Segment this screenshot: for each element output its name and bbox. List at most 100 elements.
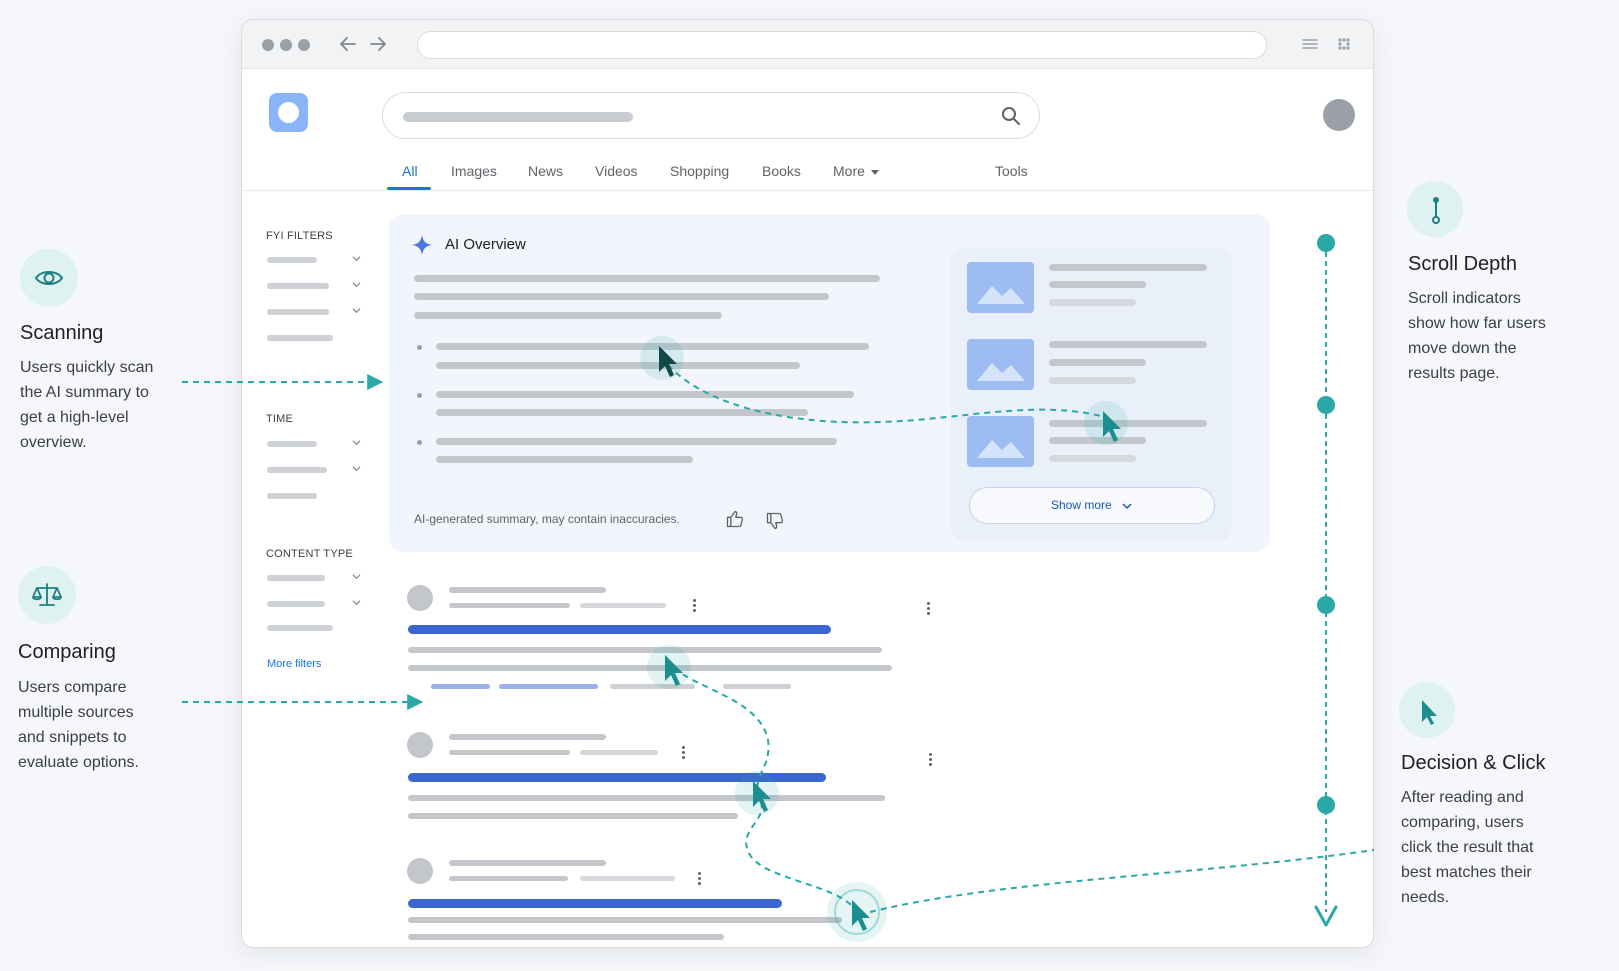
search-icon[interactable] [999,104,1023,128]
sparkle-icon [411,234,433,256]
scanning-icon-badge [20,249,78,307]
filter-option[interactable] [267,283,329,289]
chevron-down-icon[interactable] [352,572,361,581]
site-url [449,876,568,881]
decision-title: Decision & Click [1401,752,1546,774]
text-line [1049,299,1136,306]
text-line [1049,341,1207,348]
result-title-link[interactable] [408,899,782,908]
tab-more-label: More [833,163,865,179]
search-placeholder-bar [403,112,633,122]
filter-option[interactable] [267,309,329,315]
chevron-down-icon[interactable] [352,438,361,447]
tab-images[interactable]: Images [451,163,497,179]
more-filters-link[interactable]: More filters [267,658,321,670]
tab-videos[interactable]: Videos [595,163,638,179]
filter-option[interactable] [267,575,325,581]
tab-news[interactable]: News [528,163,563,179]
tab-books[interactable]: Books [762,163,801,179]
filter-option[interactable] [267,441,317,447]
chevron-down-icon[interactable] [352,254,361,263]
tab-all[interactable]: All [402,163,418,179]
ai-overview-card: AI Overview AI-generated summary, may co… [389,214,1270,552]
tab-tools[interactable]: Tools [995,163,1028,179]
comparing-line: evaluate options. [18,754,139,771]
cursor-icon [1422,700,1437,725]
more-options-icon[interactable] [692,598,696,614]
search-box[interactable] [382,92,1040,139]
scroll-depth-title: Scroll Depth [1408,253,1517,275]
comparing-line: and snippets to [18,729,127,746]
sitelink-chip[interactable] [723,684,791,689]
text-line [436,362,800,369]
address-bar[interactable] [417,31,1267,59]
snippet-line [408,795,885,801]
more-options-icon[interactable] [681,745,685,761]
text-line [414,293,829,300]
sitelink-chip[interactable] [499,684,598,689]
decision-line: needs. [1401,889,1450,906]
forward-arrow-icon[interactable] [366,32,390,56]
result-title-link[interactable] [408,625,831,634]
result-favicon [407,732,433,758]
site-url [580,603,666,608]
text-line [414,312,722,319]
site-name [449,734,606,740]
menu-lines-icon[interactable] [1298,32,1322,56]
window-dot-close[interactable] [262,39,274,51]
apps-grid-icon[interactable] [1332,32,1356,56]
site-name [449,860,606,866]
chevron-down-icon[interactable] [352,598,361,607]
bullet [417,345,422,350]
thumbs-down-icon[interactable] [765,511,785,531]
chevron-down-icon[interactable] [352,464,361,473]
back-arrow-icon[interactable] [336,32,360,56]
text-line [436,409,808,416]
sitelink-chip[interactable] [610,684,695,689]
comparing-description: Users compare multiple sources and snipp… [18,675,139,775]
scanning-line: the AI summary to [20,384,149,401]
filter-option[interactable] [267,257,317,263]
fyi-filters-heading: FYI FILTERS [266,230,333,242]
text-line [1049,281,1146,288]
avatar[interactable] [1323,99,1355,131]
comparing-line: multiple sources [18,704,134,721]
site-url [580,876,675,881]
filter-option[interactable] [267,335,333,341]
window-dot-maximize[interactable] [298,39,310,51]
more-options-icon[interactable] [926,601,930,617]
thumbs-up-icon[interactable] [725,509,745,529]
scanning-line: overview. [20,434,87,451]
result-favicon [407,585,433,611]
filter-option[interactable] [267,493,317,499]
filter-option[interactable] [267,625,333,631]
snippet-line [408,647,882,653]
snippet-line [408,934,724,940]
text-line [1049,455,1136,462]
filter-option[interactable] [267,467,327,473]
filter-option[interactable] [267,601,325,607]
tab-shopping[interactable]: Shopping [670,163,729,179]
sitelink-chip[interactable] [431,684,490,689]
image-placeholder-icon [967,416,1034,467]
more-options-icon[interactable] [697,871,701,887]
site-logo[interactable] [269,93,308,132]
show-more-label: Show more [1050,498,1112,512]
browser-window: All Images News Videos Shopping Books Mo… [241,19,1374,948]
show-more-button[interactable]: Show more [969,487,1215,524]
text-line [1049,420,1207,427]
result-title-link[interactable] [408,773,826,782]
search-tabs: All Images News Videos Shopping Books Mo… [242,158,1373,191]
decision-line: comparing, users [1401,814,1524,831]
chevron-down-icon[interactable] [352,280,361,289]
snippet-line [408,813,738,819]
tab-more[interactable]: More [833,163,879,179]
chevron-down-icon[interactable] [352,306,361,315]
scanning-line: Users quickly scan [20,359,154,376]
text-line [436,391,854,398]
text-line [436,343,869,350]
text-line [1049,437,1146,444]
window-dot-minimize[interactable] [280,39,292,51]
more-options-icon[interactable] [928,752,932,768]
site-url [580,750,658,755]
